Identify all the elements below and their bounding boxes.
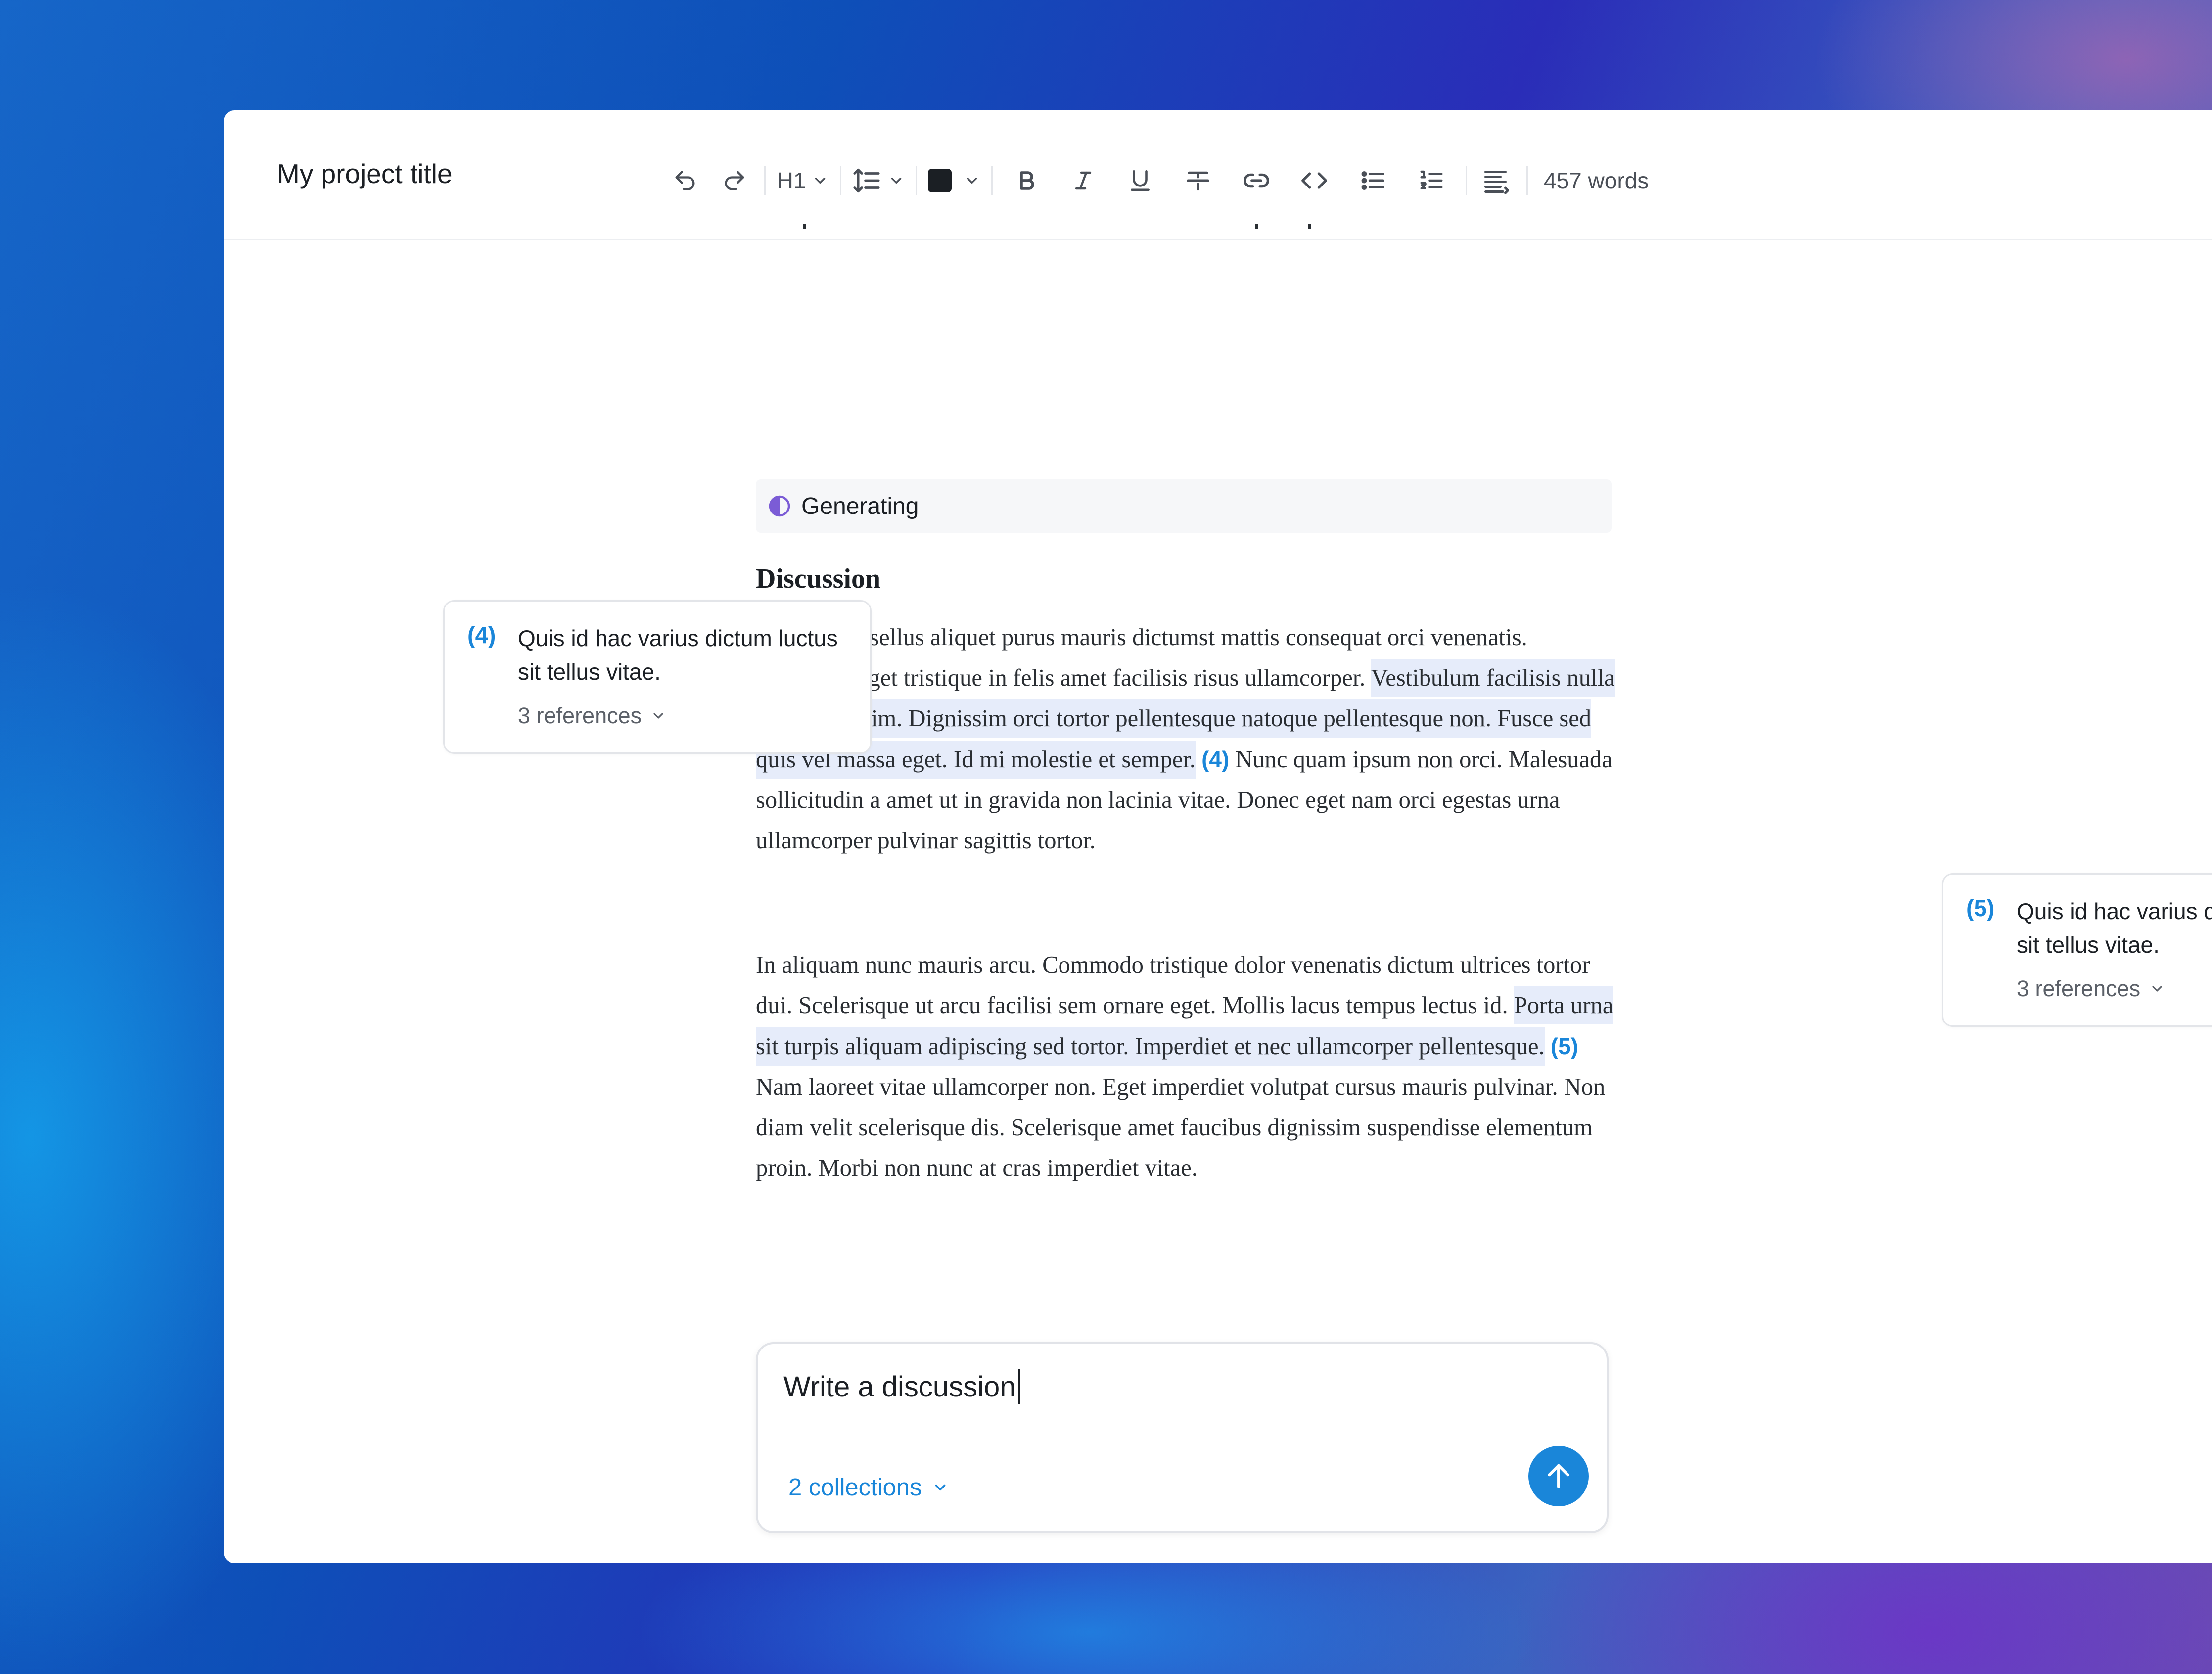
- collections-dropdown[interactable]: 2 collections: [788, 1474, 949, 1501]
- bold-button[interactable]: [998, 158, 1055, 203]
- generating-status: Generating: [756, 479, 1612, 533]
- arrow-up-icon: [1548, 1464, 1569, 1488]
- citation-marker[interactable]: (4): [1201, 746, 1229, 772]
- citation-number: (5): [1966, 895, 1995, 921]
- references-label: 3 references: [2017, 976, 2141, 1001]
- heading-level-dropdown[interactable]: H1: [771, 158, 835, 203]
- chevron-down-icon: [653, 713, 663, 719]
- toolbar-divider: [764, 166, 766, 195]
- prompt-input[interactable]: Write a discussion: [783, 1369, 1020, 1404]
- line-spacing-icon: [853, 168, 880, 193]
- toolbar-divider: [916, 166, 917, 195]
- collections-label: 2 collections: [788, 1474, 922, 1501]
- citation-number: (4): [467, 622, 496, 648]
- bullet-list-button[interactable]: [1344, 158, 1402, 203]
- italic-button[interactable]: [1055, 158, 1111, 203]
- text-caret: [1017, 1369, 1020, 1404]
- paragraph: Egestas phasellus aliquet purus mauris d…: [756, 617, 1616, 861]
- section-heading: Discussion: [756, 563, 881, 594]
- line-spacing-dropdown[interactable]: [846, 158, 911, 203]
- citation-text: Quis id hac varius dictum luctus sit tel…: [518, 625, 838, 685]
- citation-card[interactable]: (5) Quis id hac varius dictum luctus sit…: [1942, 873, 2212, 1027]
- undo-icon: [675, 171, 695, 190]
- references-dropdown[interactable]: 3 references: [2017, 976, 2165, 1002]
- underline-button[interactable]: [1111, 158, 1168, 203]
- color-swatch-icon: [928, 169, 952, 192]
- chevron-down-icon: [935, 1484, 945, 1491]
- paragraph: In aliquam nunc mauris arcu. Commodo tri…: [756, 945, 1616, 1189]
- redo-button[interactable]: [710, 158, 759, 203]
- prompt-box[interactable]: Write a discussion 2 collections: [756, 1342, 1609, 1533]
- numbered-list-icon: [1420, 170, 1443, 189]
- undo-button[interactable]: [660, 158, 710, 203]
- text-color-dropdown[interactable]: [922, 158, 986, 203]
- chevron-down-icon: [967, 178, 977, 184]
- italic-icon: [1075, 171, 1091, 190]
- toolbar-divider: [991, 166, 993, 195]
- bold-icon: [1019, 171, 1034, 190]
- chevron-down-icon: [815, 178, 826, 184]
- align-button[interactable]: [1472, 158, 1521, 203]
- citation-card[interactable]: (4) Quis id hac varius dictum luctus sit…: [443, 600, 872, 754]
- clipped-text-line: [756, 224, 1612, 232]
- project-title[interactable]: My project title: [277, 158, 453, 189]
- chevron-down-icon: [2152, 986, 2162, 992]
- toolbar-divider: [1466, 166, 1467, 195]
- strikethrough-icon: [1187, 171, 1209, 191]
- generating-label: Generating: [801, 493, 919, 519]
- bullet-list-icon: [1361, 171, 1384, 190]
- paragraph-text: Nam laoreet vitae ullamcorper non. Eget …: [756, 1074, 1606, 1181]
- references-label: 3 references: [518, 703, 642, 728]
- align-icon: [1484, 171, 1509, 194]
- numbered-list-button[interactable]: [1402, 158, 1461, 203]
- references-dropdown[interactable]: 3 references: [518, 703, 666, 729]
- code-button[interactable]: [1285, 158, 1344, 203]
- toolbar-divider: [1526, 166, 1528, 195]
- half-circle-icon: [769, 495, 790, 517]
- citation-marker[interactable]: (5): [1551, 1033, 1578, 1059]
- heading-level-label: H1: [777, 168, 806, 193]
- chevron-down-icon: [891, 178, 902, 184]
- prompt-input-value: Write a discussion: [783, 1370, 1016, 1403]
- send-button[interactable]: [1528, 1446, 1589, 1506]
- code-icon: [1301, 172, 1327, 189]
- formatting-toolbar: H1 457 words: [660, 153, 1649, 208]
- citation-text: Quis id hac varius dictum luctus sit tel…: [2017, 898, 2212, 958]
- word-count: 457 words: [1544, 168, 1649, 193]
- link-button[interactable]: [1228, 158, 1285, 203]
- link-icon: [1243, 173, 1269, 188]
- strikethrough-button[interactable]: [1168, 158, 1228, 203]
- toolbar-divider: [840, 166, 841, 195]
- editor-window: My project title H1 457 words Generating…: [224, 110, 2212, 1563]
- underline-icon: [1130, 170, 1150, 191]
- redo-icon: [725, 171, 744, 190]
- paragraph-text: In aliquam nunc mauris arcu. Commodo tri…: [756, 952, 1590, 1019]
- clipped-text-fragments: [803, 224, 1311, 229]
